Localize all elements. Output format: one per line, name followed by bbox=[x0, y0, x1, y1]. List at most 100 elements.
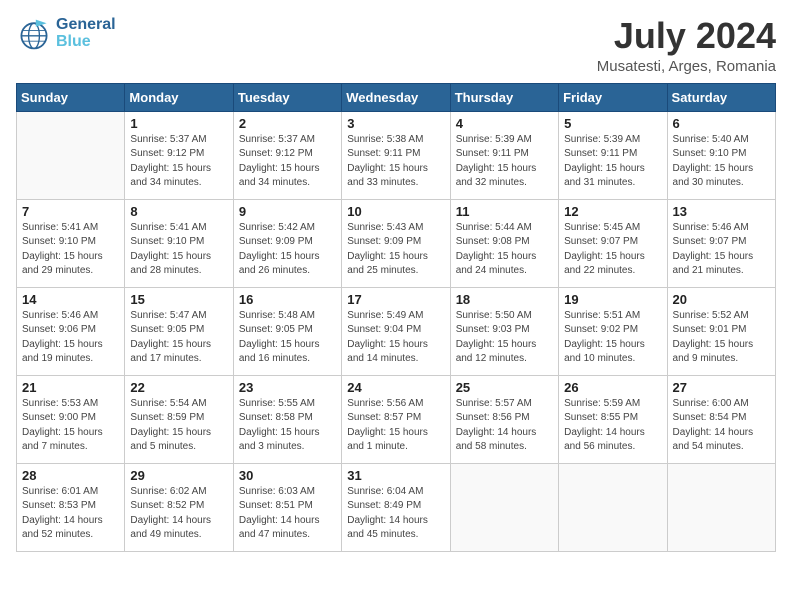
day-cell-4-5 bbox=[559, 463, 667, 551]
logo-general: General bbox=[56, 17, 116, 34]
day-number: 15 bbox=[130, 292, 227, 307]
day-number: 18 bbox=[456, 292, 553, 307]
day-info: Sunrise: 6:00 AMSunset: 8:54 PMDaylight:… bbox=[673, 397, 770, 455]
day-number: 19 bbox=[564, 292, 661, 307]
day-number: 10 bbox=[347, 204, 444, 219]
day-number: 1 bbox=[130, 116, 227, 131]
week-row-3: 21 Sunrise: 5:53 AMSunset: 9:00 PMDayligh… bbox=[17, 375, 776, 463]
day-cell-2-4: 18 Sunrise: 5:50 AMSunset: 9:03 PMDayligh… bbox=[450, 287, 558, 375]
day-number: 31 bbox=[347, 468, 444, 483]
day-info: Sunrise: 5:57 AMSunset: 8:56 PMDaylight:… bbox=[456, 397, 553, 455]
day-cell-2-1: 15Sunrise: 5:47 AMSunset: 9:05 PMDayligh… bbox=[125, 287, 233, 375]
day-info: Sunrise: 5:39 AMSunset: 9:11 PMDaylight:… bbox=[564, 133, 661, 191]
day-cell-0-0 bbox=[17, 111, 125, 199]
day-info: Sunrise: 6:04 AMSunset: 8:49 PMDaylight:… bbox=[347, 485, 444, 543]
day-cell-3-5: 26 Sunrise: 5:59 AMSunset: 8:55 PMDayligh… bbox=[559, 375, 667, 463]
calendar-header: Sunday Monday Tuesday Wednesday Thursday… bbox=[17, 83, 776, 111]
day-info: Sunrise: 5:46 AMSunset: 9:06 PMDaylight:… bbox=[22, 309, 119, 367]
day-info: Sunrise: 5:38 AMSunset: 9:11 PMDaylight:… bbox=[347, 133, 444, 191]
day-cell-0-1: 1 Sunrise: 5:37 AMSunset: 9:12 PMDaylight… bbox=[125, 111, 233, 199]
day-info: Sunrise: 5:37 AMSunset: 9:12 PMDaylight:… bbox=[130, 133, 227, 191]
day-number: 30 bbox=[239, 468, 336, 483]
day-number: 17 bbox=[347, 292, 444, 307]
header-row: Sunday Monday Tuesday Wednesday Thursday… bbox=[17, 83, 776, 111]
day-info: Sunrise: 5:46 AMSunset: 9:07 PMDaylight:… bbox=[673, 221, 770, 279]
day-number: 20 bbox=[673, 292, 770, 307]
day-number: 13 bbox=[673, 204, 770, 219]
day-cell-1-1: 8Sunrise: 5:41 AMSunset: 9:10 PMDaylight… bbox=[125, 199, 233, 287]
day-cell-2-6: 20 Sunrise: 5:52 AMSunset: 9:01 PMDayligh… bbox=[667, 287, 775, 375]
day-cell-2-5: 19Sunrise: 5:51 AMSunset: 9:02 PMDayligh… bbox=[559, 287, 667, 375]
calendar-body: 1 Sunrise: 5:37 AMSunset: 9:12 PMDaylight… bbox=[17, 111, 776, 551]
logo-icon bbox=[16, 16, 52, 52]
day-info: Sunrise: 5:41 AMSunset: 9:10 PMDaylight:… bbox=[22, 221, 119, 279]
day-cell-0-2: 2Sunrise: 5:37 AMSunset: 9:12 PMDaylight… bbox=[233, 111, 341, 199]
day-info: Sunrise: 5:53 AMSunset: 9:00 PMDaylight:… bbox=[22, 397, 119, 455]
day-number: 25 bbox=[456, 380, 553, 395]
day-cell-3-0: 21 Sunrise: 5:53 AMSunset: 9:00 PMDayligh… bbox=[17, 375, 125, 463]
col-wednesday: Wednesday bbox=[342, 83, 450, 111]
day-info: Sunrise: 5:37 AMSunset: 9:12 PMDaylight:… bbox=[239, 133, 336, 191]
day-info: Sunrise: 5:55 AMSunset: 8:58 PMDaylight:… bbox=[239, 397, 336, 455]
day-cell-4-1: 29 Sunrise: 6:02 AMSunset: 8:52 PMDayligh… bbox=[125, 463, 233, 551]
calendar-table: Sunday Monday Tuesday Wednesday Thursday… bbox=[16, 83, 776, 552]
day-info: Sunrise: 5:40 AMSunset: 9:10 PMDaylight:… bbox=[673, 133, 770, 191]
day-cell-1-3: 10 Sunrise: 5:43 AMSunset: 9:09 PMDayligh… bbox=[342, 199, 450, 287]
day-cell-2-0: 14Sunrise: 5:46 AMSunset: 9:06 PMDayligh… bbox=[17, 287, 125, 375]
day-cell-1-6: 13 Sunrise: 5:46 AMSunset: 9:07 PMDayligh… bbox=[667, 199, 775, 287]
day-number: 4 bbox=[456, 116, 553, 131]
day-info: Sunrise: 5:52 AMSunset: 9:01 PMDaylight:… bbox=[673, 309, 770, 367]
week-row-4: 28Sunrise: 6:01 AMSunset: 8:53 PMDayligh… bbox=[17, 463, 776, 551]
day-number: 8 bbox=[130, 204, 227, 219]
day-info: Sunrise: 5:44 AMSunset: 9:08 PMDaylight:… bbox=[456, 221, 553, 279]
day-cell-1-4: 11 Sunrise: 5:44 AMSunset: 9:08 PMDayligh… bbox=[450, 199, 558, 287]
day-info: Sunrise: 5:43 AMSunset: 9:09 PMDaylight:… bbox=[347, 221, 444, 279]
week-row-2: 14Sunrise: 5:46 AMSunset: 9:06 PMDayligh… bbox=[17, 287, 776, 375]
week-row-0: 1 Sunrise: 5:37 AMSunset: 9:12 PMDaylight… bbox=[17, 111, 776, 199]
day-cell-2-2: 16Sunrise: 5:48 AMSunset: 9:05 PMDayligh… bbox=[233, 287, 341, 375]
month-title: July 2024 bbox=[597, 16, 776, 56]
day-number: 5 bbox=[564, 116, 661, 131]
page: General Blue July 2024 Musatesti, Arges,… bbox=[0, 0, 792, 612]
day-info: Sunrise: 5:56 AMSunset: 8:57 PMDaylight:… bbox=[347, 397, 444, 455]
day-cell-1-2: 9 Sunrise: 5:42 AMSunset: 9:09 PMDaylight… bbox=[233, 199, 341, 287]
day-cell-0-4: 4 Sunrise: 5:39 AMSunset: 9:11 PMDaylight… bbox=[450, 111, 558, 199]
logo-name: General Blue bbox=[56, 17, 116, 51]
col-tuesday: Tuesday bbox=[233, 83, 341, 111]
day-number: 26 bbox=[564, 380, 661, 395]
logo: General Blue bbox=[16, 16, 116, 52]
day-cell-1-0: 7Sunrise: 5:41 AMSunset: 9:10 PMDaylight… bbox=[17, 199, 125, 287]
day-cell-4-6 bbox=[667, 463, 775, 551]
day-cell-3-2: 23 Sunrise: 5:55 AMSunset: 8:58 PMDayligh… bbox=[233, 375, 341, 463]
day-info: Sunrise: 5:45 AMSunset: 9:07 PMDaylight:… bbox=[564, 221, 661, 279]
day-info: Sunrise: 5:59 AMSunset: 8:55 PMDaylight:… bbox=[564, 397, 661, 455]
col-saturday: Saturday bbox=[667, 83, 775, 111]
day-number: 6 bbox=[673, 116, 770, 131]
day-cell-3-3: 24 Sunrise: 5:56 AMSunset: 8:57 PMDayligh… bbox=[342, 375, 450, 463]
day-info: Sunrise: 5:42 AMSunset: 9:09 PMDaylight:… bbox=[239, 221, 336, 279]
week-row-1: 7Sunrise: 5:41 AMSunset: 9:10 PMDaylight… bbox=[17, 199, 776, 287]
day-cell-2-3: 17 Sunrise: 5:49 AMSunset: 9:04 PMDayligh… bbox=[342, 287, 450, 375]
title-block: July 2024 Musatesti, Arges, Romania bbox=[597, 16, 776, 75]
col-sunday: Sunday bbox=[17, 83, 125, 111]
day-number: 21 bbox=[22, 380, 119, 395]
day-number: 24 bbox=[347, 380, 444, 395]
day-number: 23 bbox=[239, 380, 336, 395]
day-number: 11 bbox=[456, 204, 553, 219]
header: General Blue July 2024 Musatesti, Arges,… bbox=[16, 16, 776, 75]
day-info: Sunrise: 6:02 AMSunset: 8:52 PMDaylight:… bbox=[130, 485, 227, 543]
day-number: 29 bbox=[130, 468, 227, 483]
day-info: Sunrise: 5:49 AMSunset: 9:04 PMDaylight:… bbox=[347, 309, 444, 367]
day-info: Sunrise: 5:39 AMSunset: 9:11 PMDaylight:… bbox=[456, 133, 553, 191]
location-title: Musatesti, Arges, Romania bbox=[597, 58, 776, 75]
day-info: Sunrise: 5:48 AMSunset: 9:05 PMDaylight:… bbox=[239, 309, 336, 367]
day-cell-4-4 bbox=[450, 463, 558, 551]
day-info: Sunrise: 5:50 AMSunset: 9:03 PMDaylight:… bbox=[456, 309, 553, 367]
day-cell-0-6: 6 Sunrise: 5:40 AMSunset: 9:10 PMDaylight… bbox=[667, 111, 775, 199]
day-cell-4-2: 30Sunrise: 6:03 AMSunset: 8:51 PMDayligh… bbox=[233, 463, 341, 551]
day-cell-4-0: 28Sunrise: 6:01 AMSunset: 8:53 PMDayligh… bbox=[17, 463, 125, 551]
day-cell-3-4: 25 Sunrise: 5:57 AMSunset: 8:56 PMDayligh… bbox=[450, 375, 558, 463]
day-info: Sunrise: 5:54 AMSunset: 8:59 PMDaylight:… bbox=[130, 397, 227, 455]
day-number: 9 bbox=[239, 204, 336, 219]
day-cell-4-3: 31 Sunrise: 6:04 AMSunset: 8:49 PMDayligh… bbox=[342, 463, 450, 551]
